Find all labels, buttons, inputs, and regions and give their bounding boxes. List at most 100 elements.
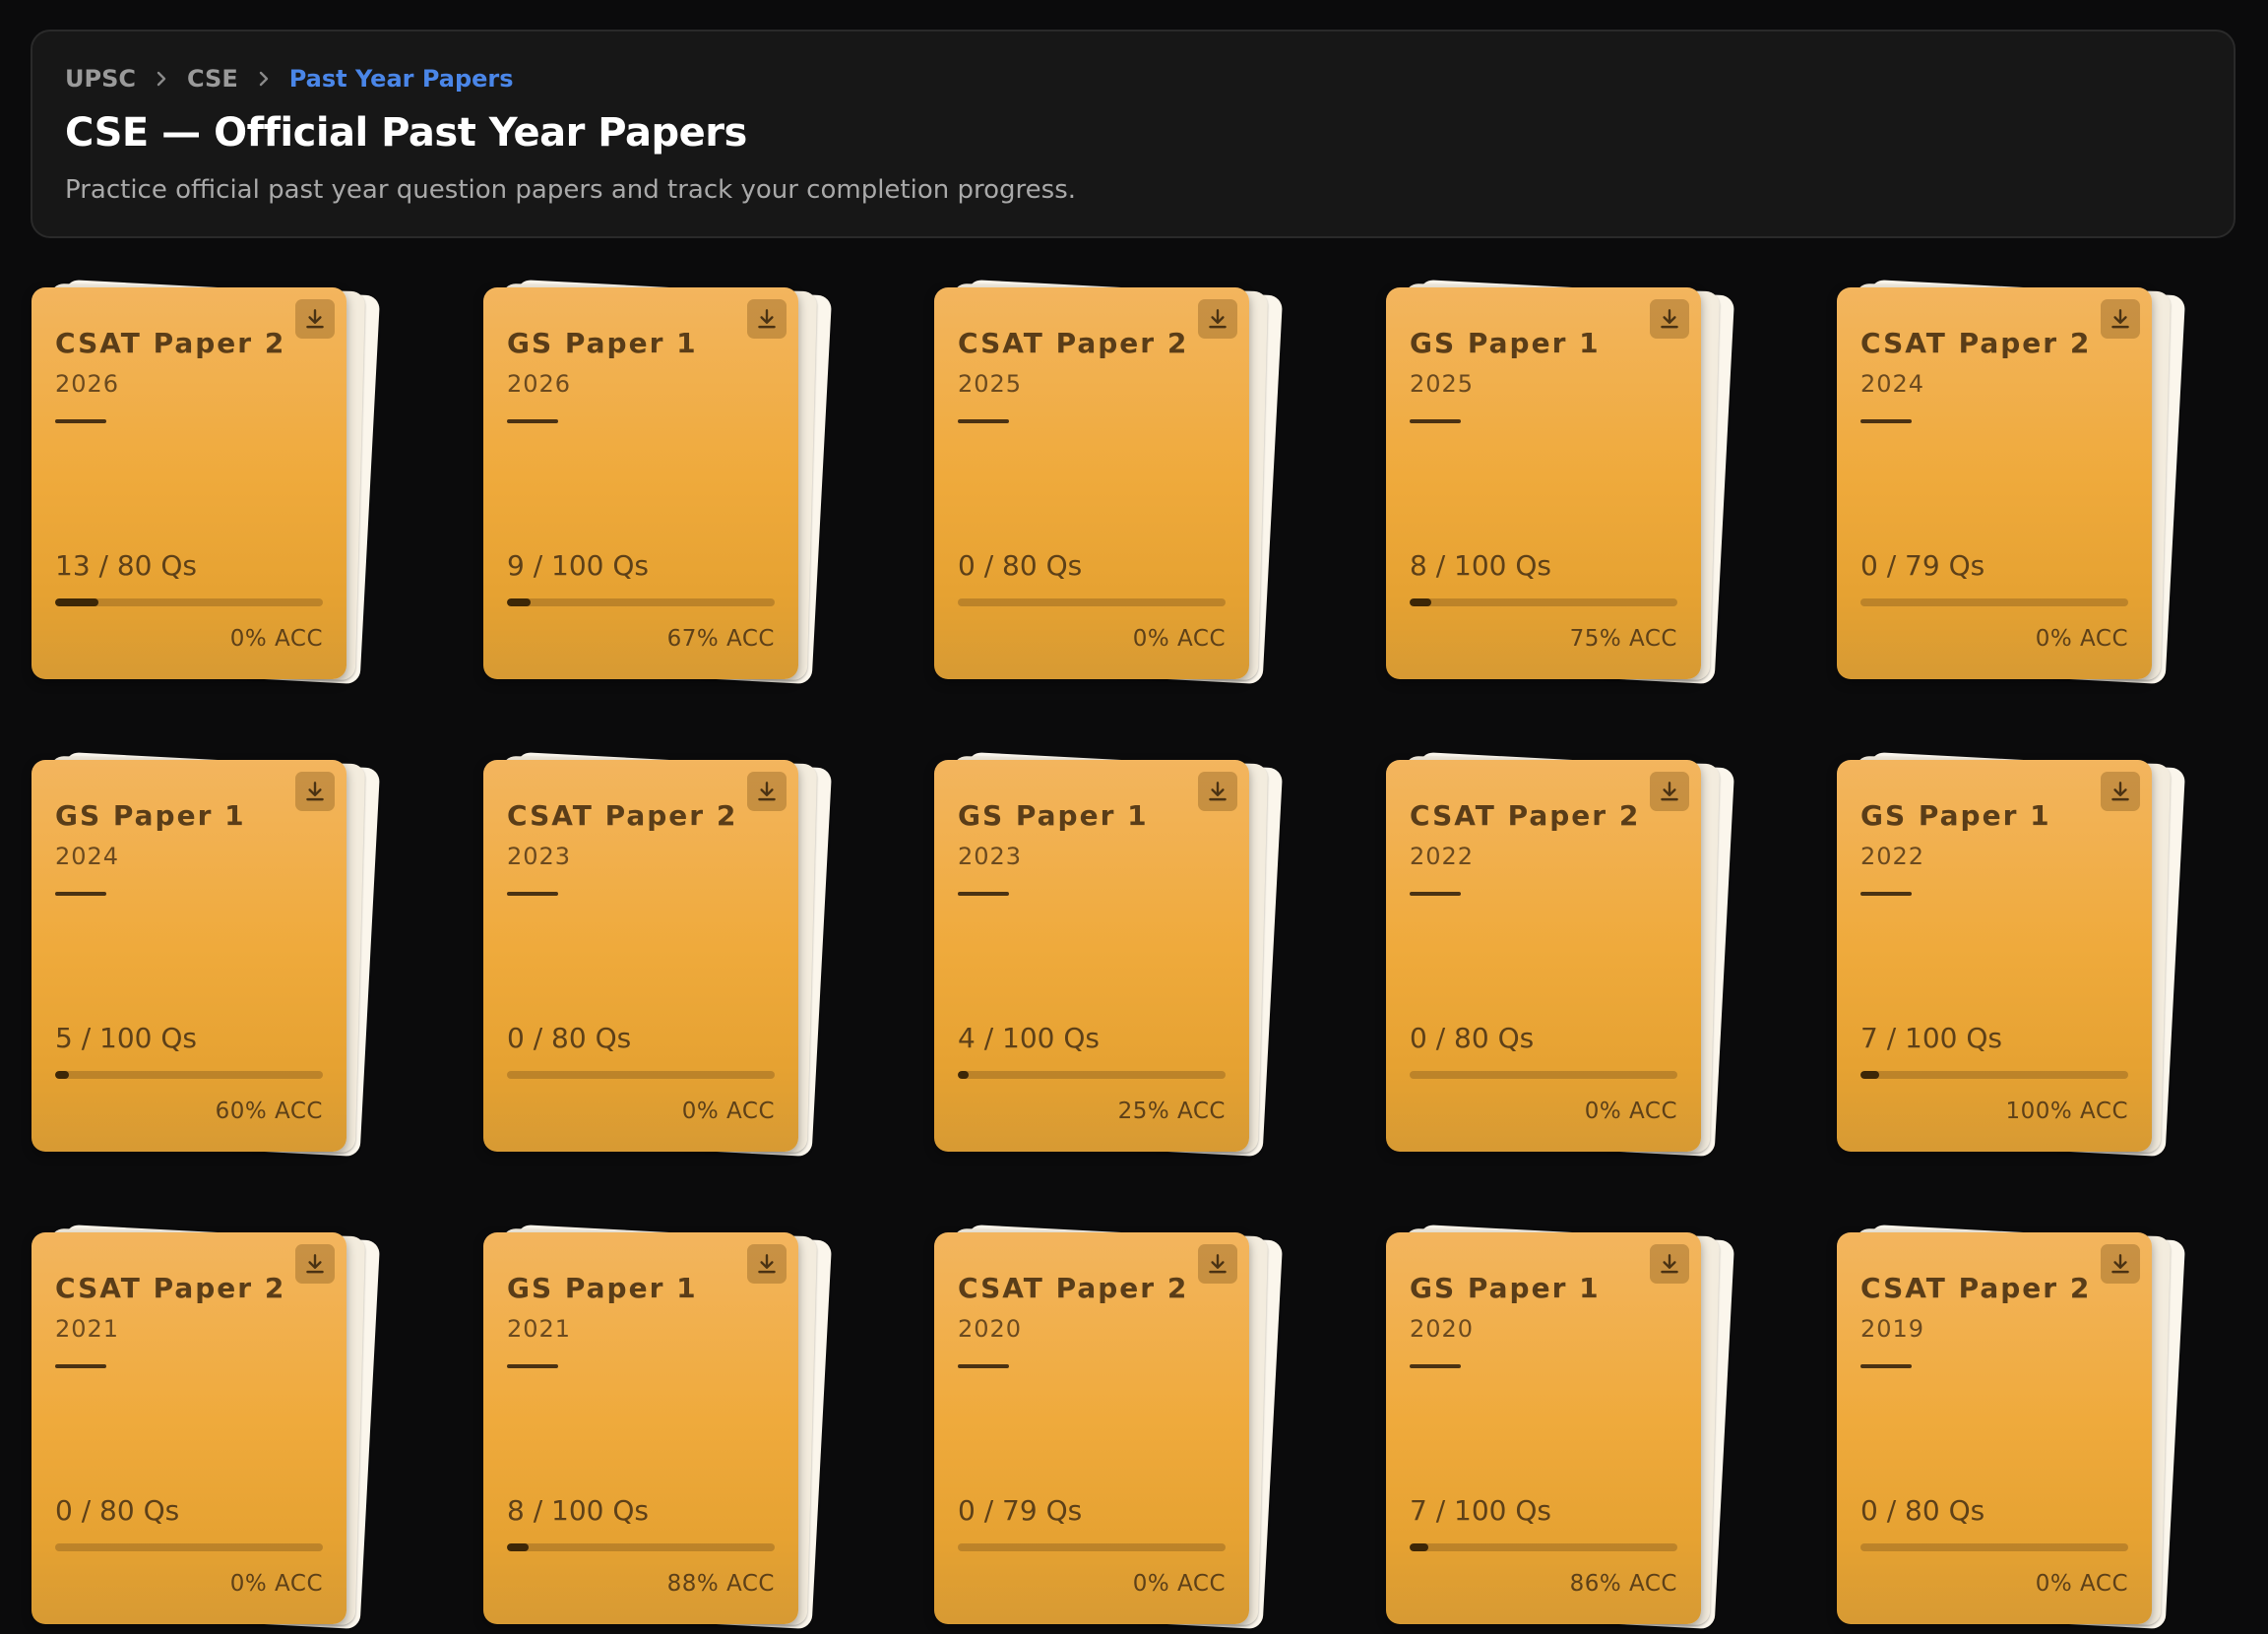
paper-card-stack: GS Paper 1 2024 5 / 100 Qs 60% ACC xyxy=(32,748,381,1162)
progress-bar-fill xyxy=(507,598,532,606)
paper-card-stack: CSAT Paper 2 2020 0 / 79 Qs 0% ACC xyxy=(934,1221,1284,1634)
paper-card[interactable]: GS Paper 1 2020 7 / 100 Qs 86% ACC xyxy=(1386,1232,1701,1624)
progress-bar-fill xyxy=(1410,1543,1429,1551)
breadcrumb-item-upsc[interactable]: UPSC xyxy=(65,65,136,93)
accuracy-label: 0% ACC xyxy=(681,1099,775,1124)
breadcrumb: UPSC CSE Past Year Papers xyxy=(65,65,514,93)
download-button[interactable] xyxy=(1650,299,1689,339)
paper-card-stack: CSAT Paper 2 2021 0 / 80 Qs 0% ACC xyxy=(32,1221,381,1634)
paper-card[interactable]: GS Paper 1 2024 5 / 100 Qs 60% ACC xyxy=(32,760,346,1152)
progress-bar xyxy=(958,1543,1226,1551)
download-button[interactable] xyxy=(1650,1244,1689,1284)
paper-year: 2025 xyxy=(958,370,1023,398)
paper-year: 2021 xyxy=(55,1315,120,1343)
paper-name: CSAT Paper 2 xyxy=(1410,799,1641,832)
accuracy-label: 0% ACC xyxy=(1584,1099,1677,1124)
download-icon xyxy=(1661,782,1678,801)
divider xyxy=(55,892,106,896)
breadcrumb-item-cse[interactable]: CSE xyxy=(187,65,238,93)
paper-name: GS Paper 1 xyxy=(1410,327,1601,359)
paper-name: GS Paper 1 xyxy=(507,1272,698,1304)
download-button[interactable] xyxy=(1198,772,1237,811)
paper-card-stack: GS Paper 1 2022 7 / 100 Qs 100% ACC xyxy=(1837,748,2186,1162)
paper-card[interactable]: CSAT Paper 2 2023 0 / 80 Qs 0% ACC xyxy=(483,760,798,1152)
paper-card-stack: GS Paper 1 2023 4 / 100 Qs 25% ACC xyxy=(934,748,1284,1162)
paper-year: 2022 xyxy=(1410,843,1475,870)
paper-year: 2021 xyxy=(507,1315,572,1343)
progress-bar xyxy=(1860,1543,2128,1551)
paper-card-stack: GS Paper 1 2025 8 / 100 Qs 75% ACC xyxy=(1386,276,1735,689)
paper-year: 2023 xyxy=(958,843,1023,870)
divider xyxy=(958,419,1009,423)
paper-card[interactable]: GS Paper 1 2026 9 / 100 Qs 67% ACC xyxy=(483,287,798,679)
progress-bar-fill xyxy=(958,1071,969,1079)
download-button[interactable] xyxy=(295,1244,335,1284)
paper-name: CSAT Paper 2 xyxy=(55,1272,286,1304)
questions-progress-text: 0 / 80 Qs xyxy=(55,1494,180,1527)
download-button[interactable] xyxy=(1198,299,1237,339)
paper-card[interactable]: GS Paper 1 2021 8 / 100 Qs 88% ACC xyxy=(483,1232,798,1624)
divider xyxy=(958,892,1009,896)
paper-name: GS Paper 1 xyxy=(958,799,1149,832)
questions-progress-text: 0 / 80 Qs xyxy=(507,1022,632,1054)
download-icon xyxy=(1209,782,1227,801)
paper-card-stack: CSAT Paper 2 2023 0 / 80 Qs 0% ACC xyxy=(483,748,833,1162)
paper-card[interactable]: CSAT Paper 2 2019 0 / 80 Qs 0% ACC xyxy=(1837,1232,2152,1624)
accuracy-label: 0% ACC xyxy=(2035,626,2128,652)
paper-card[interactable]: CSAT Paper 2 2020 0 / 79 Qs 0% ACC xyxy=(934,1232,1249,1624)
paper-name: GS Paper 1 xyxy=(1410,1272,1601,1304)
paper-card[interactable]: CSAT Paper 2 2026 13 / 80 Qs 0% ACC xyxy=(32,287,346,679)
paper-card-stack: GS Paper 1 2026 9 / 100 Qs 67% ACC xyxy=(483,276,833,689)
download-icon xyxy=(758,1254,776,1274)
paper-card[interactable]: GS Paper 1 2025 8 / 100 Qs 75% ACC xyxy=(1386,287,1701,679)
paper-card[interactable]: CSAT Paper 2 2021 0 / 80 Qs 0% ACC xyxy=(32,1232,346,1624)
paper-card[interactable]: CSAT Paper 2 2022 0 / 80 Qs 0% ACC xyxy=(1386,760,1701,1152)
progress-bar xyxy=(958,598,1226,606)
paper-name: CSAT Paper 2 xyxy=(958,327,1189,359)
paper-card-stack: CSAT Paper 2 2019 0 / 80 Qs 0% ACC xyxy=(1837,1221,2186,1634)
progress-bar-fill xyxy=(507,1543,529,1551)
questions-progress-text: 0 / 80 Qs xyxy=(1410,1022,1535,1054)
download-button[interactable] xyxy=(2101,772,2140,811)
paper-card-stack: CSAT Paper 2 2024 0 / 79 Qs 0% ACC xyxy=(1837,276,2186,689)
accuracy-label: 100% ACC xyxy=(2005,1099,2128,1124)
paper-year: 2020 xyxy=(1410,1315,1475,1343)
download-button[interactable] xyxy=(2101,1244,2140,1284)
paper-year: 2025 xyxy=(1410,370,1475,398)
download-button[interactable] xyxy=(747,1244,787,1284)
divider xyxy=(1860,1364,1912,1368)
download-button[interactable] xyxy=(2101,299,2140,339)
download-icon xyxy=(2111,309,2129,329)
paper-card[interactable]: GS Paper 1 2023 4 / 100 Qs 25% ACC xyxy=(934,760,1249,1152)
download-button[interactable] xyxy=(1650,772,1689,811)
questions-progress-text: 0 / 79 Qs xyxy=(958,1494,1083,1527)
paper-card-stack: CSAT Paper 2 2022 0 / 80 Qs 0% ACC xyxy=(1386,748,1735,1162)
paper-name: CSAT Paper 2 xyxy=(55,327,286,359)
divider xyxy=(1860,892,1912,896)
paper-card-stack: CSAT Paper 2 2026 13 / 80 Qs 0% ACC xyxy=(32,276,381,689)
divider xyxy=(507,1364,558,1368)
progress-bar xyxy=(507,1543,775,1551)
paper-card[interactable]: CSAT Paper 2 2025 0 / 80 Qs 0% ACC xyxy=(934,287,1249,679)
download-button[interactable] xyxy=(1198,1244,1237,1284)
page-title: CSE — Official Past Year Papers xyxy=(65,110,747,156)
questions-progress-text: 13 / 80 Qs xyxy=(55,549,198,582)
progress-bar-fill xyxy=(55,598,99,606)
download-button[interactable] xyxy=(747,299,787,339)
paper-card[interactable]: GS Paper 1 2022 7 / 100 Qs 100% ACC xyxy=(1837,760,2152,1152)
paper-year: 2026 xyxy=(507,370,572,398)
progress-bar xyxy=(1860,598,2128,606)
paper-year: 2022 xyxy=(1860,843,1925,870)
questions-progress-text: 7 / 100 Qs xyxy=(1860,1022,2003,1054)
download-button[interactable] xyxy=(295,772,335,811)
divider xyxy=(1410,892,1461,896)
download-icon xyxy=(1209,309,1227,329)
download-icon xyxy=(2111,782,2129,801)
download-icon xyxy=(758,782,776,801)
progress-bar xyxy=(1410,598,1677,606)
download-button[interactable] xyxy=(747,772,787,811)
paper-card[interactable]: CSAT Paper 2 2024 0 / 79 Qs 0% ACC xyxy=(1837,287,2152,679)
download-button[interactable] xyxy=(295,299,335,339)
page-header: UPSC CSE Past Year Papers CSE — Official… xyxy=(31,30,2236,238)
paper-name: GS Paper 1 xyxy=(507,327,698,359)
